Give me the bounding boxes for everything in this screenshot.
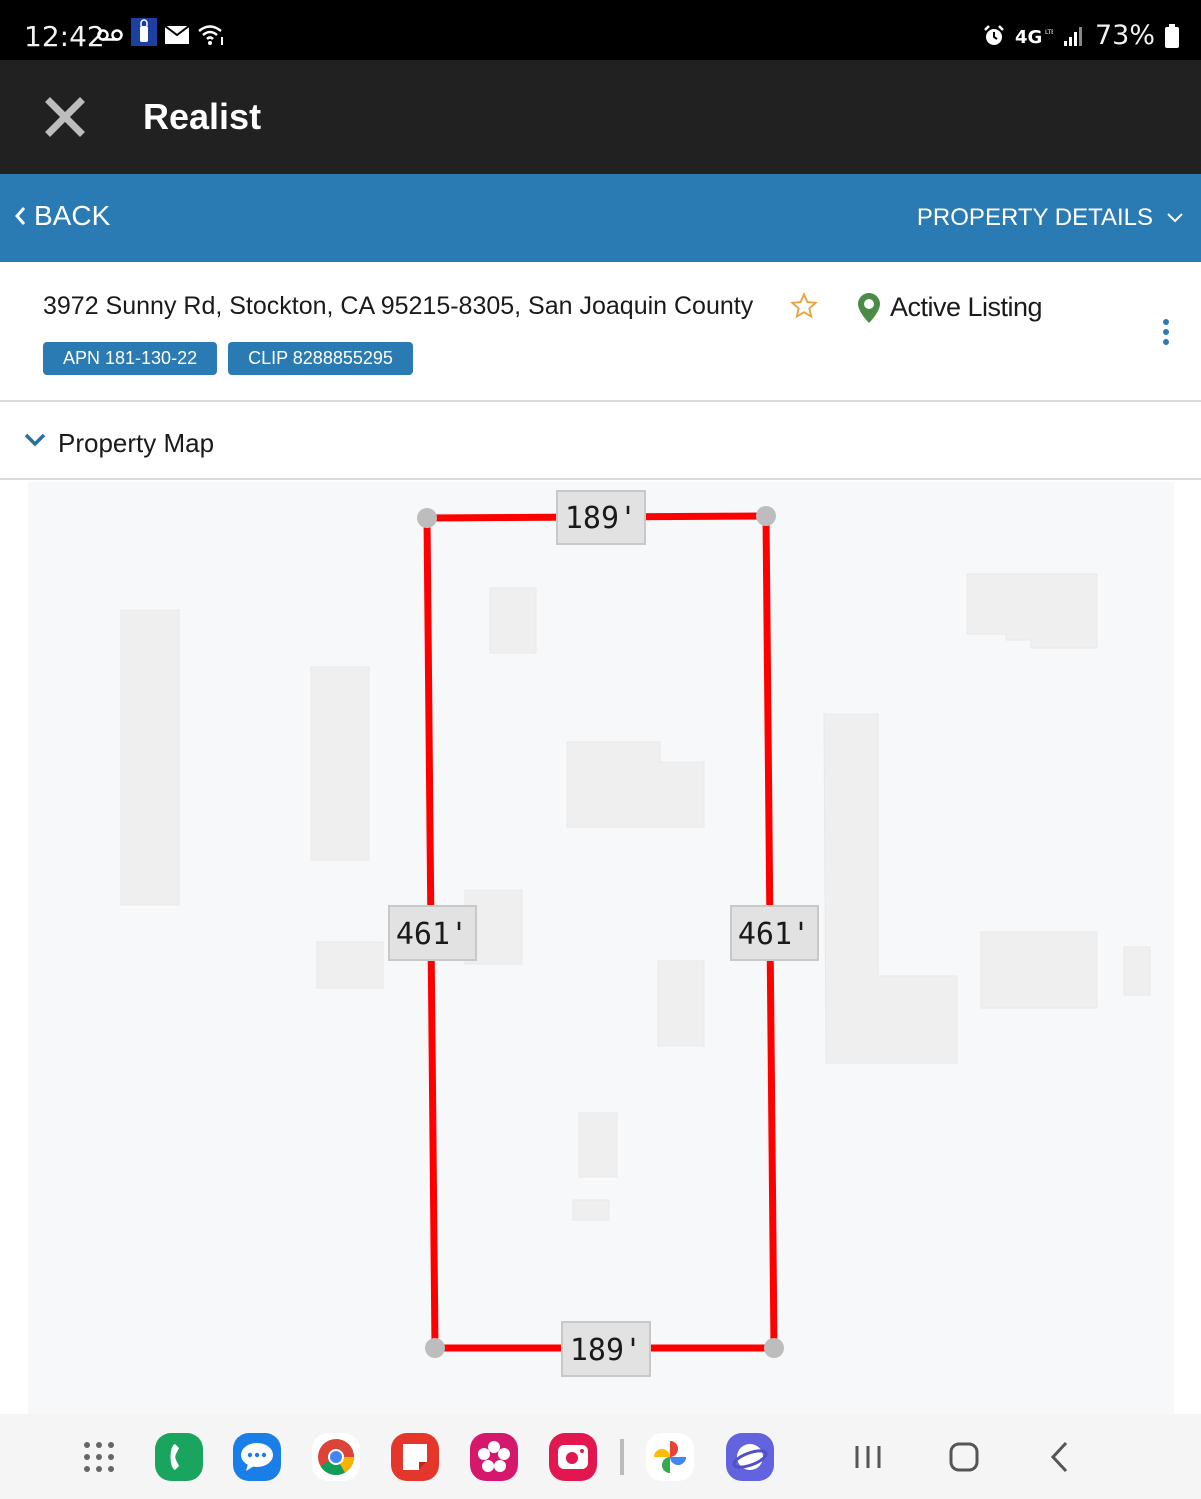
dimension-bottom-text: 189' xyxy=(570,1333,642,1368)
property-address: 3972 Sunny Rd, Stockton, CA 95215-8305, … xyxy=(43,292,754,320)
dimension-label-right: 461' xyxy=(730,905,819,961)
gallery-app[interactable] xyxy=(470,1433,518,1481)
property-header: 3972 Sunny Rd, Stockton, CA 95215-8305, … xyxy=(0,262,1201,402)
android-dock xyxy=(0,1414,1201,1499)
internet-icon xyxy=(732,1444,768,1470)
wifi-icon xyxy=(198,25,223,45)
building xyxy=(572,1199,610,1221)
recents-button[interactable] xyxy=(844,1433,892,1481)
property-map[interactable]: 189' 461' 461' 189' xyxy=(28,482,1174,1414)
building xyxy=(566,741,705,828)
listing-status-text: Active Listing xyxy=(890,292,1043,322)
parcel-vertex xyxy=(756,506,776,526)
property-map-section-toggle[interactable]: Property Map xyxy=(0,402,1201,480)
chevron-left-icon xyxy=(15,207,26,225)
battery-icon xyxy=(1165,23,1179,48)
dimension-label-bottom: 189' xyxy=(561,1321,651,1377)
messages-icon xyxy=(241,1443,273,1471)
recents-icon xyxy=(855,1446,881,1468)
dimension-top-text: 189' xyxy=(565,501,637,536)
dimension-right-text: 461' xyxy=(738,917,810,952)
more-options-icon[interactable] xyxy=(1158,318,1174,348)
svg-text:LTE: LTE xyxy=(1045,29,1053,36)
section-title: Property Map xyxy=(58,428,215,458)
photos-icon xyxy=(654,1441,686,1473)
building xyxy=(310,666,370,861)
messages-app[interactable] xyxy=(233,1433,281,1481)
status-bar: 12:42 4GLTE 73% xyxy=(0,0,1201,60)
listing-status: Active Listing xyxy=(858,292,1043,323)
property-details-label: PROPERTY DETAILS xyxy=(916,204,1153,231)
building xyxy=(980,931,1098,1009)
signal-icon xyxy=(1063,26,1082,46)
mail-icon xyxy=(165,26,189,44)
building xyxy=(578,1112,618,1178)
notes-app[interactable] xyxy=(391,1433,439,1481)
apn-chip[interactable]: APN 181-130-22 xyxy=(43,342,218,375)
dock-divider xyxy=(620,1439,624,1475)
property-details-dropdown[interactable]: PROPERTY DETAILS xyxy=(917,204,1183,232)
parcel-vertex xyxy=(417,508,437,528)
phone-icon xyxy=(170,1444,179,1470)
nav-bar: BACK PROPERTY DETAILS xyxy=(0,174,1201,262)
app-title: Realist xyxy=(143,96,262,137)
location-pin-icon xyxy=(858,292,880,323)
status-time: 12:42 xyxy=(24,20,105,53)
building xyxy=(966,573,1098,649)
chevron-down-icon xyxy=(24,433,46,447)
parcel-vertex xyxy=(764,1338,784,1358)
voicemail-icon xyxy=(97,29,123,41)
close-button[interactable] xyxy=(44,96,86,138)
secure-folder-icon xyxy=(131,18,157,46)
photos-app[interactable] xyxy=(646,1433,694,1481)
app-bar: Realist xyxy=(0,60,1201,174)
home-icon xyxy=(949,1442,979,1472)
app-drawer-icon xyxy=(84,1442,114,1472)
building xyxy=(120,609,180,906)
chevron-down-icon xyxy=(1167,213,1183,223)
home-button[interactable] xyxy=(940,1433,988,1481)
favorite-star-icon[interactable] xyxy=(790,292,818,320)
back-label: BACK xyxy=(34,200,111,231)
building xyxy=(823,713,958,1064)
4g-lte-icon: 4GLTE xyxy=(1015,27,1053,46)
close-icon xyxy=(45,97,85,137)
phone-app[interactable] xyxy=(155,1433,203,1481)
dimension-left-text: 461' xyxy=(396,917,468,952)
dimension-label-left: 461' xyxy=(388,905,477,961)
internet-app[interactable] xyxy=(726,1433,774,1481)
alarm-icon xyxy=(984,24,1004,45)
building xyxy=(1123,946,1151,996)
property-id-chips: APN 181-130-22 CLIP 8288855295 xyxy=(43,342,413,375)
clip-chip[interactable]: CLIP 8288855295 xyxy=(228,342,413,375)
camera-app[interactable] xyxy=(549,1433,597,1481)
notes-icon xyxy=(403,1444,427,1470)
building xyxy=(489,587,537,654)
parcel-vertex xyxy=(425,1338,445,1358)
chrome-icon xyxy=(318,1439,354,1476)
back-arrow-icon xyxy=(1050,1441,1068,1473)
building xyxy=(657,960,705,1047)
app-drawer-button[interactable] xyxy=(75,1433,123,1481)
gallery-icon xyxy=(478,1441,510,1472)
building xyxy=(316,941,384,989)
back-button[interactable]: BACK xyxy=(14,200,110,232)
camera-icon xyxy=(558,1445,588,1469)
chrome-app[interactable] xyxy=(312,1433,360,1481)
svg-text:4G: 4G xyxy=(1015,27,1042,46)
battery-percent: 73% xyxy=(1094,20,1155,51)
system-back-button[interactable] xyxy=(1036,1433,1084,1481)
dimension-label-top: 189' xyxy=(556,490,646,545)
